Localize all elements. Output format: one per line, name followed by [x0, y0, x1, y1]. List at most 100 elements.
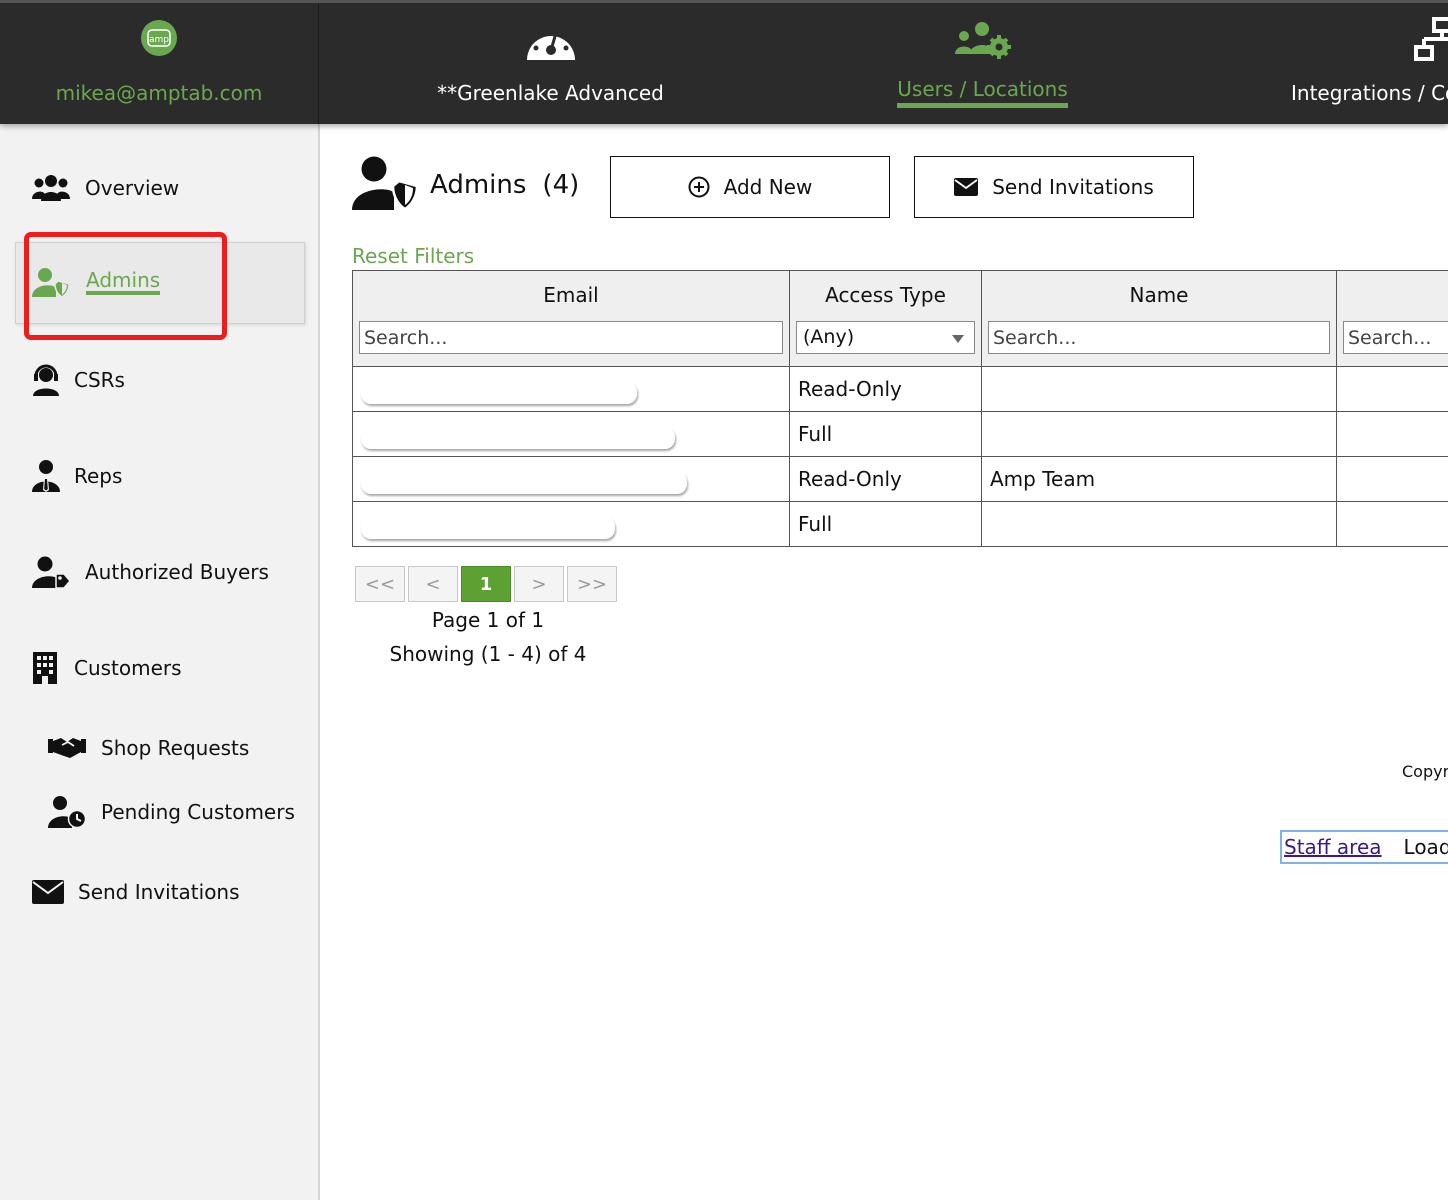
email-search-input[interactable] [359, 321, 783, 354]
main-content: Admins (4) Add New Send Invitations Reset… [322, 124, 1448, 1200]
reset-filters-link[interactable]: Reset Filters [352, 244, 474, 268]
sidebar-item-customers[interactable]: Customers [32, 648, 182, 688]
account-email: mikea@amptab.com [55, 81, 263, 105]
network-icon [1414, 17, 1448, 61]
sidebar-label-shop-requests: Shop Requests [101, 736, 250, 760]
access-type-cell: Read-Only [789, 366, 982, 412]
load-text[interactable]: Load t [1404, 835, 1448, 859]
envelope-icon [32, 880, 64, 904]
first-page-button[interactable]: << [355, 566, 405, 602]
sidebar-label-customers: Customers [74, 656, 182, 680]
dropdown-arrow-icon [952, 335, 964, 343]
name-cell [981, 366, 1337, 412]
sidebar-item-authorized-buyers[interactable]: Authorized Buyers [32, 552, 269, 592]
sidebar-item-csrs[interactable]: CSRs [32, 360, 125, 400]
table-row[interactable]: Full [352, 501, 1448, 547]
svg-text:amp: amp [149, 35, 169, 45]
access-type-cell: Read-Only [789, 456, 982, 502]
sidebar-item-reps[interactable]: Reps [32, 456, 122, 496]
sidebar-label-overview: Overview [85, 176, 180, 200]
table-row[interactable]: Read-Only [352, 366, 1448, 412]
extra-cell [1336, 501, 1448, 547]
add-new-label: Add New [723, 175, 813, 199]
sidebar: Overview Admins CSRs Reps Authorized Buy… [0, 124, 320, 1200]
device-name: **Greenlake Advanced [437, 81, 664, 105]
name-search-input[interactable] [988, 321, 1330, 354]
users-locations-label: Users / Locations [897, 77, 1068, 108]
email-cell[interactable] [352, 366, 790, 412]
email-cell[interactable] [352, 501, 790, 547]
send-invitations-button[interactable]: Send Invitations [914, 156, 1194, 218]
admins-table: Email Access Type (Any) Name [352, 270, 1448, 547]
redacted-email [361, 382, 637, 404]
extra-search-input[interactable] [1343, 321, 1448, 354]
building-icon [33, 652, 57, 684]
name-cell: Amp Team [981, 456, 1337, 502]
column-email: Email [352, 270, 790, 367]
sidebar-label-send-invitations: Send Invitations [78, 880, 240, 904]
sidebar-item-overview[interactable]: Overview [32, 168, 179, 208]
column-header-email[interactable]: Email [359, 283, 783, 307]
column-name: Name [981, 270, 1337, 367]
add-new-button[interactable]: Add New [610, 156, 890, 218]
email-cell[interactable] [352, 411, 790, 457]
send-invitations-label: Send Invitations [992, 175, 1154, 199]
page-title-text: Admins [430, 170, 527, 200]
user-tie-icon [32, 460, 60, 492]
plus-circle-icon [688, 176, 710, 198]
access-type-filter-select[interactable]: (Any) [796, 321, 975, 354]
user-clock-icon [48, 796, 86, 828]
showing-count: Showing (1 - 4) of 4 [389, 642, 587, 666]
sidebar-item-shop-requests[interactable]: Shop Requests [48, 728, 249, 768]
prev-page-button[interactable]: < [408, 566, 458, 602]
sidebar-label-pending-customers: Pending Customers [101, 800, 295, 824]
table-row[interactable]: Read-Only Amp Team [352, 456, 1448, 502]
sidebar-label-authorized-buyers: Authorized Buyers [85, 560, 269, 584]
name-cell [981, 411, 1337, 457]
sidebar-item-send-invitations[interactable]: Send Invitations [32, 872, 240, 912]
users-cog-icon [954, 22, 1011, 59]
column-extra [1336, 270, 1448, 367]
nav-device[interactable]: **Greenlake Advanced [320, 3, 781, 124]
amp-logo-icon: amp [141, 20, 177, 56]
staff-area-link[interactable]: Staff area [1284, 835, 1382, 859]
name-cell [981, 501, 1337, 547]
page-title: Admins (4) [430, 170, 579, 200]
column-header-access-type[interactable]: Access Type [796, 283, 975, 307]
sidebar-label-reps: Reps [74, 464, 123, 488]
sidebar-label-csrs: CSRs [74, 368, 125, 392]
nav-integrations[interactable]: Integrations / Co [1268, 3, 1448, 124]
extra-cell [1336, 366, 1448, 412]
pagination: << < 1 > >> [355, 566, 617, 602]
user-tag-icon [32, 556, 70, 588]
headset-user-icon [33, 364, 59, 396]
redacted-email [361, 427, 675, 449]
dashboard-gauge-icon [526, 26, 575, 60]
admin-count: (4) [542, 170, 580, 200]
next-page-button[interactable]: > [514, 566, 564, 602]
column-header-name[interactable]: Name [988, 283, 1330, 307]
access-type-cell: Full [789, 501, 982, 547]
highlight-annotation-box [24, 232, 227, 340]
table-row[interactable]: Full [352, 411, 1448, 457]
user-shield-icon [352, 156, 418, 210]
integrations-label: Integrations / Co [1291, 81, 1448, 105]
staff-area-bar: Staff area Load t [1280, 830, 1448, 864]
handshake-icon [48, 738, 86, 758]
column-access-type: Access Type (Any) [789, 270, 982, 367]
copyright-text: Copyr [1402, 762, 1448, 781]
access-type-filter-value: (Any) [803, 326, 855, 348]
sidebar-item-pending-customers[interactable]: Pending Customers [48, 792, 295, 832]
top-nav: amp mikea@amptab.com **Greenlake Advance… [0, 0, 1448, 124]
current-page-button[interactable]: 1 [461, 566, 511, 602]
email-cell[interactable] [352, 456, 790, 502]
envelope-icon [954, 178, 979, 196]
extra-cell [1336, 456, 1448, 502]
nav-account[interactable]: amp mikea@amptab.com [0, 3, 319, 124]
nav-users-locations[interactable]: Users / Locations [840, 3, 1125, 124]
last-page-button[interactable]: >> [567, 566, 617, 602]
redacted-email [361, 517, 615, 539]
extra-cell [1336, 411, 1448, 457]
users-group-icon [32, 175, 70, 201]
page-indicator: Page 1 of 1 [431, 608, 545, 632]
